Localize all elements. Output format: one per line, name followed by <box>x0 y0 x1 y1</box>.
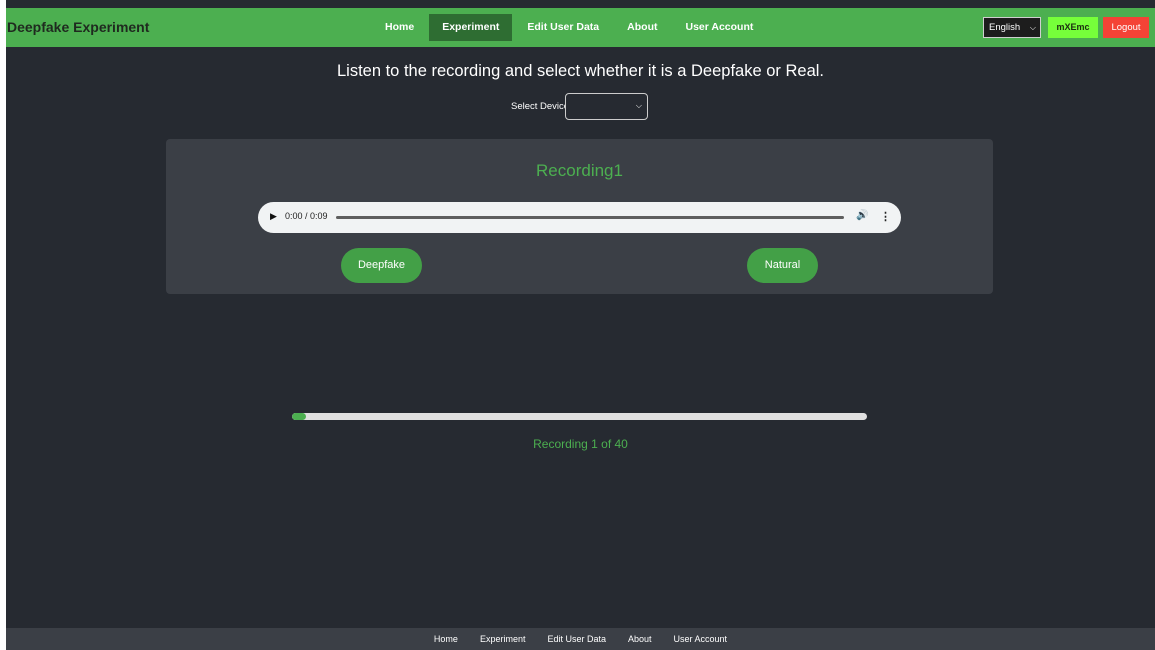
nav-user-account[interactable]: User Account <box>672 14 766 41</box>
device-select[interactable]: ⌵ <box>565 93 648 120</box>
navbar: Deepfake Experiment Home Experiment Edit… <box>6 8 1155 47</box>
nav-experiment[interactable]: Experiment <box>429 14 513 41</box>
nav-about[interactable]: About <box>614 14 670 41</box>
audio-time: 0:00 / 0:09 <box>285 211 328 221</box>
chevron-down-icon: ⌵ <box>635 101 642 110</box>
nav-edit-user-data[interactable]: Edit User Data <box>514 14 612 41</box>
footer-home[interactable]: Home <box>434 634 458 644</box>
footer-about[interactable]: About <box>628 634 652 644</box>
footer-user-account[interactable]: User Account <box>674 634 728 644</box>
device-label: Select Device <box>511 101 570 112</box>
natural-button[interactable]: Natural <box>747 248 818 283</box>
footer-edit-user-data[interactable]: Edit User Data <box>547 634 606 644</box>
footer: Home Experiment Edit User Data About Use… <box>6 628 1155 650</box>
app-frame: Deepfake Experiment Home Experiment Edit… <box>6 0 1155 650</box>
logout-button[interactable]: Logout <box>1103 17 1149 38</box>
play-icon[interactable]: ▶ <box>270 211 277 222</box>
recording-card: Recording1 ▶ 0:00 / 0:09 🔊 ⋮ Deepfake Na… <box>166 139 993 294</box>
page-instruction: Listen to the recording and select wheth… <box>336 62 825 80</box>
progress-bar <box>292 413 867 420</box>
more-options-icon[interactable]: ⋮ <box>880 210 891 223</box>
volume-icon[interactable]: 🔊 <box>856 210 868 221</box>
nav-home[interactable]: Home <box>372 14 427 41</box>
language-value: English <box>989 22 1021 33</box>
brand-title[interactable]: Deepfake Experiment <box>6 8 149 47</box>
recording-title: Recording1 <box>536 161 623 180</box>
main-nav: Home Experiment Edit User Data About Use… <box>372 14 768 41</box>
footer-experiment[interactable]: Experiment <box>480 634 526 644</box>
user-badge-button[interactable]: mXEmc <box>1048 17 1098 38</box>
progress-text: Recording 1 of 40 <box>533 437 628 451</box>
footer-nav: Home Experiment Edit User Data About Use… <box>6 628 1155 650</box>
chevron-down-icon: ⌵ <box>1029 23 1036 32</box>
audio-player[interactable]: ▶ 0:00 / 0:09 🔊 ⋮ <box>258 202 901 233</box>
audio-seek-bar[interactable] <box>336 216 844 219</box>
language-select[interactable]: English ⌵ <box>983 17 1041 38</box>
deepfake-button[interactable]: Deepfake <box>341 248 422 283</box>
progress-fill <box>292 413 307 420</box>
